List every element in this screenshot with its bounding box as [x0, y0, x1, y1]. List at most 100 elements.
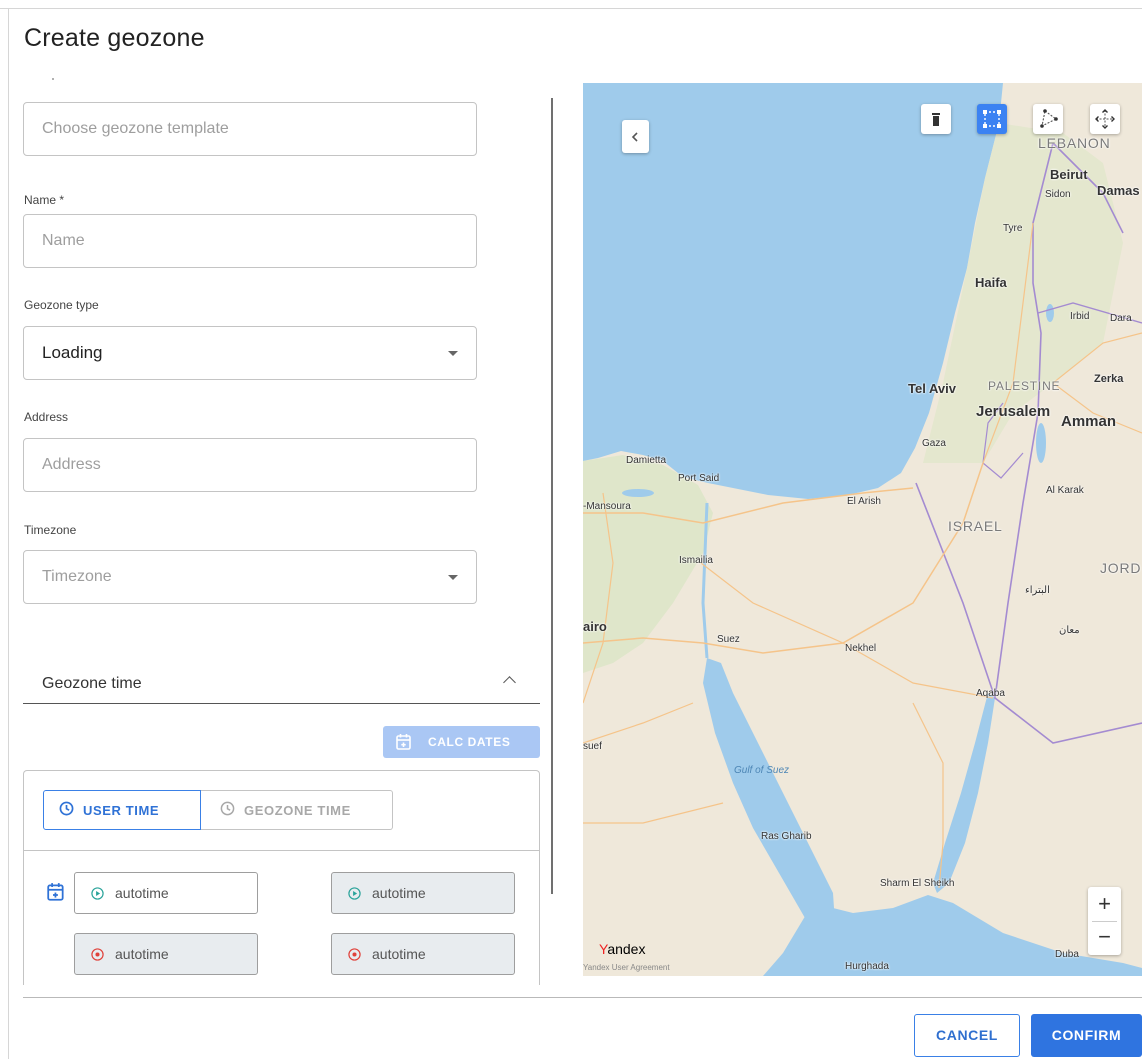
address-input[interactable]: Address — [23, 438, 477, 492]
rectangle-tool-button[interactable] — [977, 104, 1007, 134]
timezone-placeholder: Timezone — [42, 568, 112, 585]
geozone-type-value: Loading — [42, 343, 103, 362]
start-time-value: autotime — [372, 885, 426, 901]
calendar-add-icon — [395, 733, 413, 754]
end-time-field[interactable]: autotime — [331, 933, 515, 975]
polygon-tool-button[interactable] — [1033, 104, 1063, 134]
move-tool-button[interactable] — [1090, 104, 1120, 134]
map-label-haifa: Haifa — [975, 275, 1007, 290]
calc-dates-label: CALC DATES — [428, 735, 511, 749]
map-label-port-said: Port Said — [678, 473, 720, 484]
rectangle-select-icon — [983, 110, 1001, 128]
add-date-icon[interactable] — [46, 882, 66, 907]
map-label-irbid: Irbid — [1070, 311, 1090, 322]
map-label-suez: Suez — [717, 634, 740, 645]
map-label-jerusalem: Jerusalem — [976, 403, 1051, 420]
map-background — [583, 83, 1142, 976]
play-circle-icon — [91, 887, 104, 903]
collapse-panel-button[interactable] — [622, 120, 649, 153]
map-label-nekhel: Nekhel — [845, 643, 877, 654]
end-time-value: autotime — [372, 946, 426, 962]
user-time-tab[interactable]: USER TIME — [43, 790, 201, 830]
map-label-aqaba: Aqaba — [976, 688, 1005, 699]
confirm-button[interactable]: CONFIRM — [1031, 1014, 1142, 1057]
map-label-amman: Amman — [1061, 413, 1117, 430]
address-placeholder: Address — [42, 456, 101, 473]
map-label-beirut: Beirut — [1050, 167, 1088, 182]
dialog-left-edge — [8, 8, 9, 1059]
calc-dates-button[interactable]: CALC DATES — [383, 726, 540, 758]
zoom-in-button[interactable]: + — [1088, 887, 1121, 921]
timezone-select[interactable]: Timezone — [23, 550, 477, 604]
provider-rest: andex — [607, 941, 646, 957]
map-label-el-arish: El Arish — [847, 496, 881, 507]
map-label-tyre: Tyre — [1003, 223, 1023, 234]
clock-icon — [59, 801, 74, 819]
timezone-label: Timezone — [24, 523, 77, 537]
map-label-sidon: Sidon — [1045, 189, 1071, 200]
geozone-type-select[interactable]: Loading — [23, 326, 477, 380]
stop-circle-icon — [91, 948, 104, 964]
dropdown-caret-icon — [448, 351, 458, 356]
cancel-button[interactable]: CANCEL — [914, 1014, 1020, 1057]
end-time-field[interactable]: autotime — [74, 933, 258, 975]
map-label-gaza: Gaza — [922, 438, 946, 449]
trash-icon — [932, 113, 940, 126]
geozone-template-select[interactable]: Choose geozone template — [23, 102, 477, 156]
map-label-mansoura: -Mansoura — [583, 501, 631, 512]
map-label-duba: Duba — [1055, 949, 1079, 960]
map-label-palestine: PALESTINE — [988, 379, 1061, 393]
zoom-control: + − — [1088, 887, 1121, 955]
map-label-ras-gharib: Ras Gharib — [761, 831, 812, 842]
address-label: Address — [24, 410, 69, 424]
stop-circle-icon — [348, 948, 361, 964]
scroll-indicator — [52, 78, 54, 80]
name-input[interactable]: Name — [23, 214, 477, 268]
map-label-dara: Dara — [1110, 313, 1132, 324]
map-label-israel: ISRAEL — [948, 518, 1003, 534]
dropdown-caret-icon — [448, 575, 458, 580]
geozone-time-title: Geozone time — [42, 675, 142, 692]
footer-divider — [23, 997, 1142, 998]
clock-icon — [220, 801, 235, 819]
name-label: Name * — [24, 193, 65, 207]
map-provider-logo: Yandex — [599, 941, 645, 957]
map-label-jordan: JORD — [1100, 560, 1142, 576]
map-label-beni-suef: suef — [583, 741, 602, 752]
map-label-maan-arabic: معان — [1059, 625, 1080, 636]
start-time-field[interactable]: autotime — [331, 872, 515, 914]
map-label-damietta: Damietta — [626, 455, 667, 466]
delete-shape-button[interactable] — [921, 104, 951, 134]
polygon-icon — [1040, 109, 1058, 128]
geozone-time-tab[interactable]: GEOZONE TIME — [201, 790, 393, 830]
end-time-value: autotime — [115, 946, 169, 962]
panel-resize-handle[interactable] — [551, 98, 553, 894]
name-placeholder: Name — [42, 232, 85, 249]
map-label-ismailia: Ismailia — [679, 555, 713, 566]
map-label-damascus: Damas — [1097, 183, 1140, 198]
play-circle-icon — [348, 887, 361, 903]
dialog-title: Create geozone — [24, 24, 205, 52]
geozone-time-tab-label: GEOZONE TIME — [244, 802, 351, 818]
map-label-zerka: Zerka — [1094, 373, 1124, 385]
time-panel-divider — [23, 850, 540, 851]
geozone-time-accordion[interactable]: Geozone time — [23, 660, 540, 704]
start-time-value: autotime — [115, 885, 169, 901]
chevron-up-icon — [503, 676, 516, 689]
map-attribution-link[interactable]: Yandex User Agreement — [583, 963, 670, 972]
user-time-label: USER TIME — [83, 802, 160, 818]
map-label-tel-aviv: Tel Aviv — [908, 381, 956, 396]
map-label-hurghada: Hurghada — [845, 961, 889, 972]
map-view[interactable]: LEBANON Beirut Damas Sidon Tyre Haifa Ir… — [583, 83, 1142, 976]
map-label-gulf-of-suez: Gulf of Suez — [734, 765, 790, 776]
map-label-lebanon: LEBANON — [1038, 135, 1111, 151]
start-time-field[interactable]: autotime — [74, 872, 258, 914]
map-label-sharm-el-sheikh: Sharm El Sheikh — [880, 878, 955, 889]
map-label-cairo: airo — [583, 619, 607, 634]
time-mode-toggle: USER TIME GEOZONE TIME — [43, 790, 393, 830]
dialog-top-edge — [0, 8, 1142, 9]
map-label-al-karak: Al Karak — [1046, 485, 1084, 496]
geozone-type-label: Geozone type — [24, 298, 99, 312]
geozone-template-placeholder: Choose geozone template — [42, 120, 229, 137]
zoom-out-button[interactable]: − — [1088, 921, 1121, 955]
